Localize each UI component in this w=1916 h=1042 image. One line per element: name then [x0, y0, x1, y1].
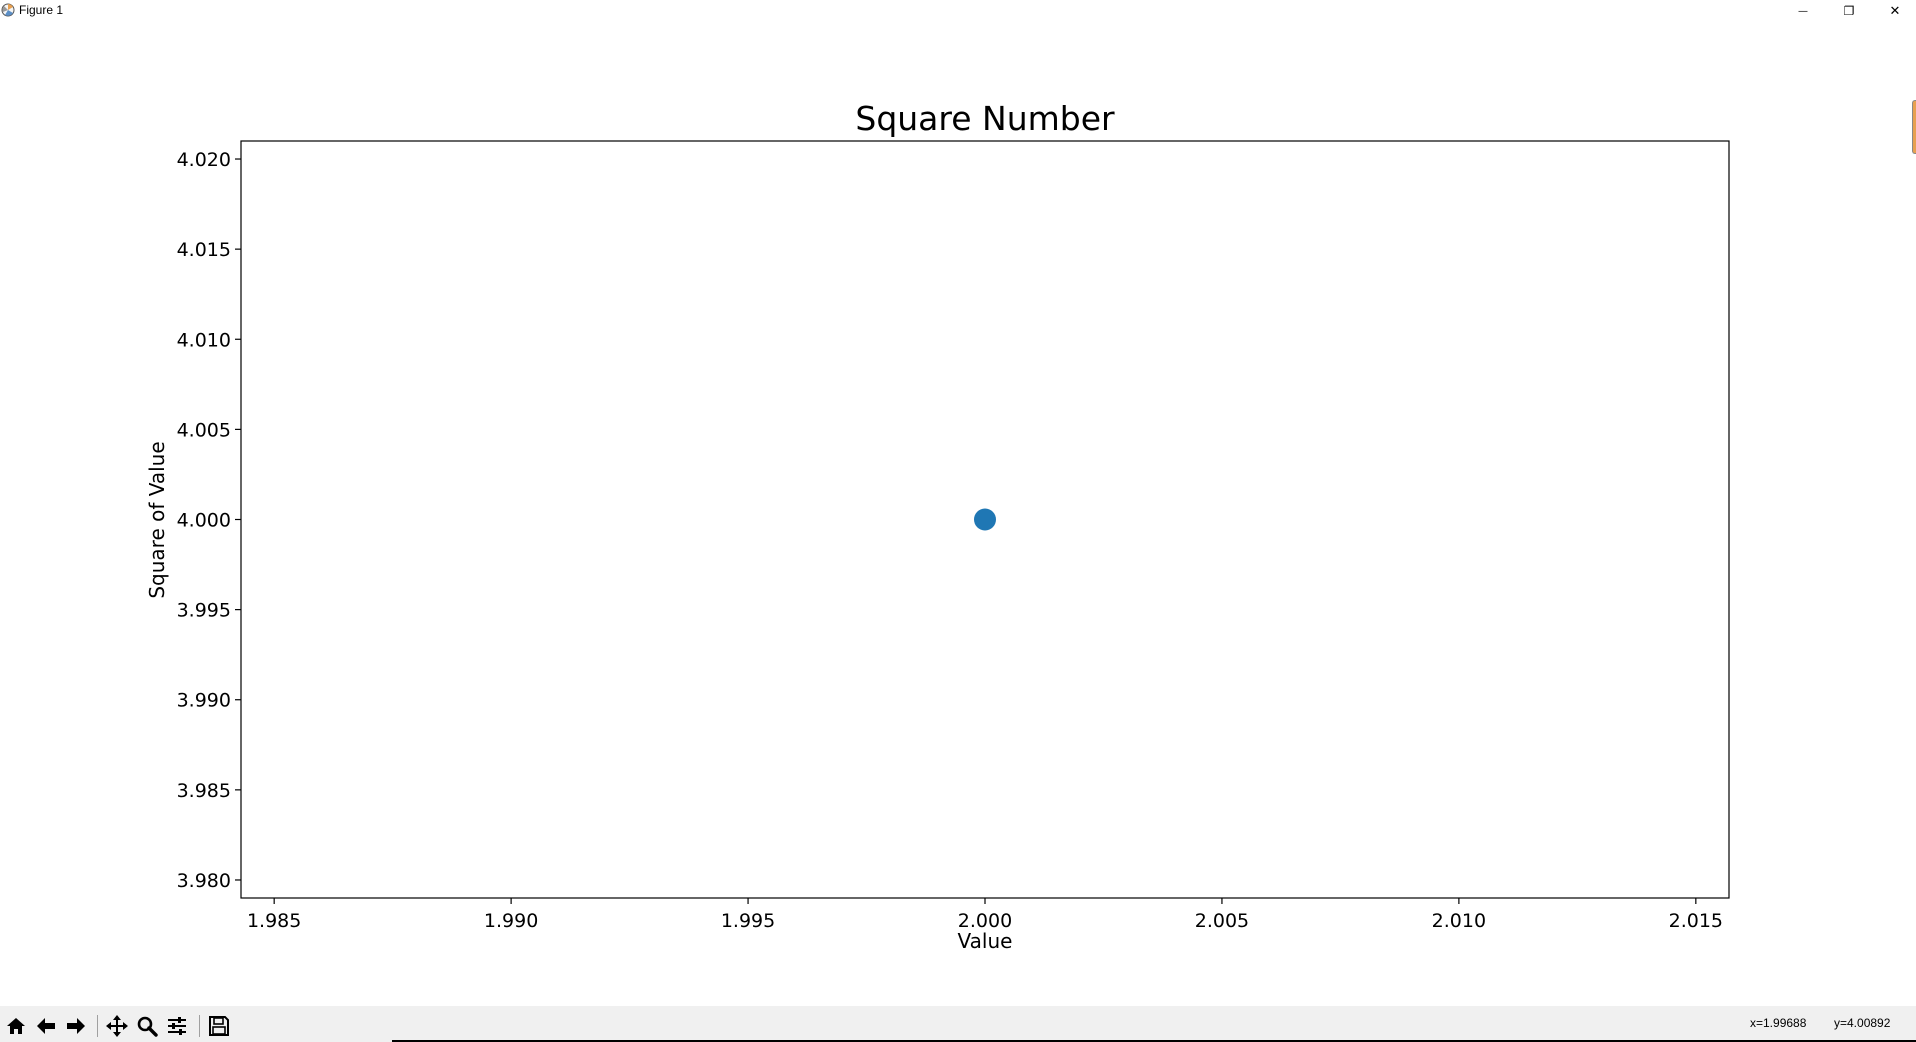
y-tick-label: 3.990	[177, 690, 231, 712]
x-tick-label: 2.015	[1669, 910, 1723, 932]
toolbar-separator	[199, 1015, 200, 1037]
configure-subplots-button[interactable]	[164, 1013, 190, 1039]
forward-icon	[67, 1018, 85, 1034]
title-bar: Figure 1 — ❐ ✕	[0, 0, 1916, 22]
x-tick-label: 2.005	[1195, 910, 1249, 932]
y-tick-label: 4.015	[177, 239, 231, 261]
close-icon: ✕	[1889, 3, 1901, 19]
navigation-toolbar	[0, 1006, 1916, 1042]
maximize-button[interactable]: ❐	[1826, 0, 1872, 22]
cursor-x-readout: x=1.99688	[1750, 1016, 1807, 1030]
x-tick-label: 2.010	[1432, 910, 1486, 932]
y-tick-label: 3.980	[177, 870, 231, 892]
back-icon	[37, 1018, 55, 1034]
side-handle[interactable]	[1912, 100, 1916, 154]
chart-title: Square Number	[855, 99, 1115, 138]
save-icon	[209, 1016, 229, 1036]
home-button[interactable]	[3, 1013, 29, 1039]
y-axis-label: Square of Value	[145, 441, 169, 598]
x-axis: 1.985 1.990 1.995 2.000 2.005 2.010 2.015	[247, 898, 1723, 932]
y-tick-label: 4.005	[177, 419, 231, 441]
matplotlib-icon	[1, 3, 15, 17]
save-button[interactable]	[206, 1013, 232, 1039]
data-points	[974, 508, 996, 531]
x-tick-label: 1.990	[484, 910, 538, 932]
y-axis: 3.980 3.985 3.990 3.995 4.000 4.005 4.010 4.015…	[177, 149, 241, 892]
y-tick-label: 4.000	[177, 510, 231, 532]
cursor-y-readout: y=4.00892	[1834, 1016, 1891, 1030]
data-point	[974, 508, 996, 531]
minimize-icon: —	[1798, 5, 1808, 17]
configure-subplots-icon	[168, 1017, 186, 1035]
window-title: Figure 1	[19, 3, 64, 17]
scatter-chart: Square Number 1.985 1.990 1.995 2.000 2.005 2…	[145, 99, 1730, 953]
y-tick-label: 4.010	[177, 329, 231, 351]
y-tick-label: 4.020	[177, 149, 231, 171]
toolbar-separator	[97, 1015, 98, 1037]
forward-button[interactable]	[63, 1013, 89, 1039]
x-tick-label: 1.995	[721, 910, 775, 932]
minimize-button[interactable]: —	[1780, 0, 1826, 22]
close-button[interactable]: ✕	[1872, 0, 1916, 22]
pan-icon	[106, 1015, 128, 1037]
figure-canvas[interactable]: Square Number 1.985 1.990 1.995 2.000 2.005 2…	[0, 22, 1916, 1006]
zoom-button[interactable]	[134, 1013, 160, 1039]
x-axis-label: Value	[958, 929, 1013, 953]
pan-button[interactable]	[104, 1013, 130, 1039]
x-tick-label: 1.985	[247, 910, 301, 932]
restore-icon: ❐	[1843, 4, 1855, 18]
back-button[interactable]	[33, 1013, 59, 1039]
y-tick-label: 3.995	[177, 600, 231, 622]
home-icon	[7, 1018, 25, 1034]
zoom-icon	[137, 1016, 158, 1037]
y-tick-label: 3.985	[177, 780, 231, 802]
